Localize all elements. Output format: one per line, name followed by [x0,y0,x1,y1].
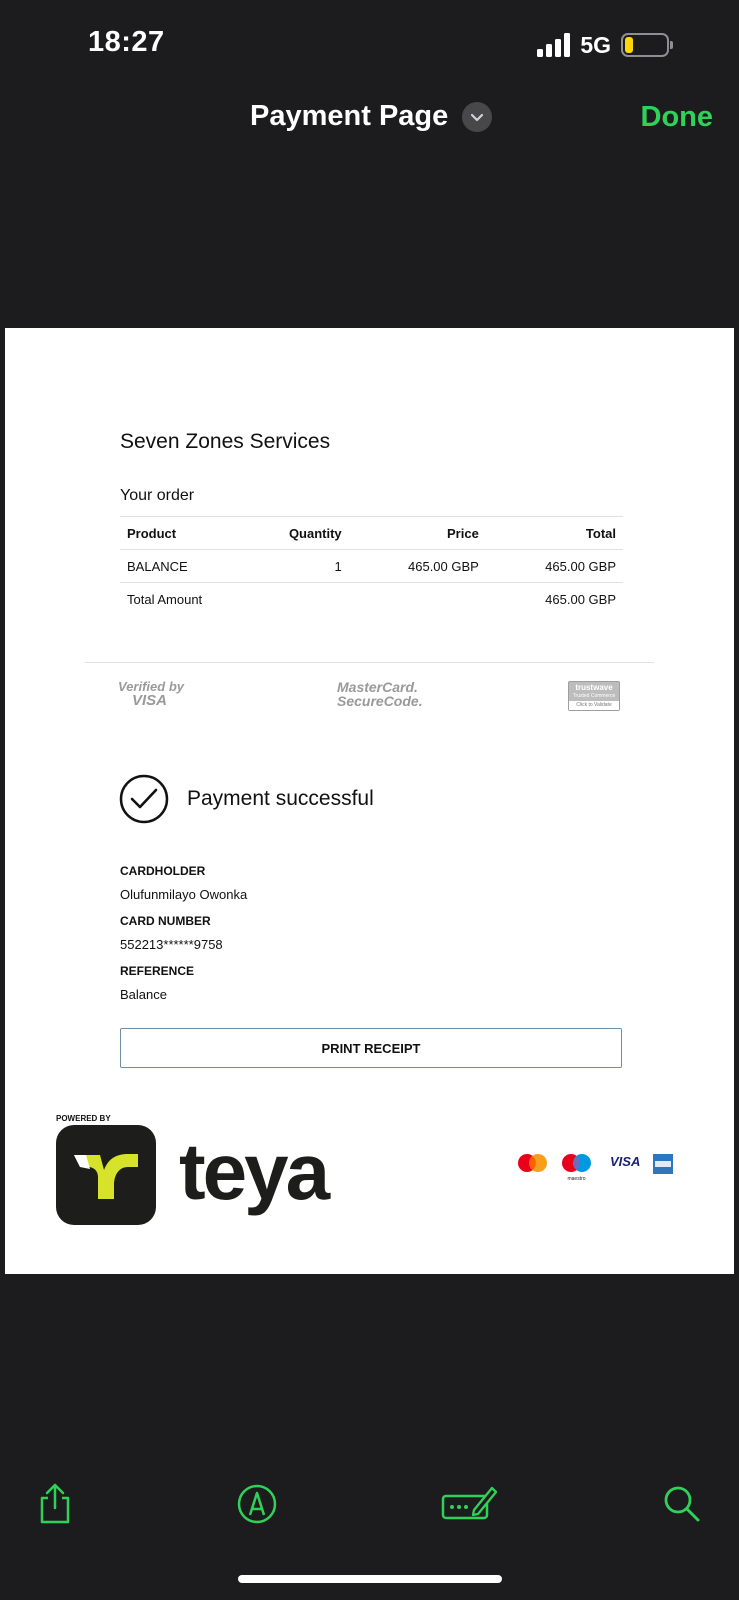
check-circle-icon [119,774,169,824]
divider [85,662,654,663]
battery-icon [621,33,673,57]
mastercard-securecode-logo: MasterCard. SecureCode. [337,680,423,708]
trustwave-click: Click to Validate [569,701,619,710]
order-heading: Your order [120,487,195,504]
search-icon[interactable] [660,1482,704,1526]
col-price: Price [348,516,486,550]
done-button[interactable]: Done [641,101,714,134]
col-total: Total [485,516,623,550]
visa-icon: VISA [610,1154,640,1169]
network-type: 5G [580,31,611,58]
cell-total: 465.00 GBP [485,549,623,583]
maestro-icon: maestro [562,1154,591,1182]
mastercard-text: MasterCard. [337,679,418,695]
share-icon[interactable] [33,1482,77,1526]
table-row: BALANCE 1 465.00 GBP 465.00 GBP [120,549,623,583]
accepted-cards-logos: maestro VISA [518,1154,673,1182]
signature-icon[interactable] [440,1482,498,1526]
vbv-visa-text: VISA [132,692,168,709]
page-title: Payment Page [250,100,449,132]
chevron-down-icon[interactable] [462,101,493,132]
cell-quantity: 1 [240,549,349,583]
reference-value: Balance [120,987,167,1002]
col-product: Product [120,516,241,550]
signal-icon [537,33,571,57]
reference-label: REFERENCE [120,964,195,978]
status-indicators: 5G [537,30,673,60]
securecode-text: SecureCode. [337,693,423,709]
nav-title-menu[interactable]: Payment Page [250,100,493,133]
trustwave-sub: Trusted Commerce [572,693,616,699]
merchant-name: Seven Zones Services [120,430,331,453]
card-number-label: CARD NUMBER [120,914,211,928]
verified-by-visa-logo: Verified by VISA [118,680,184,709]
col-quantity: Quantity [240,516,349,550]
cell-product: BALANCE [120,549,241,583]
powered-by-label: POWERED BY [56,1114,111,1123]
amex-icon [653,1154,673,1174]
cell-price: 465.00 GBP [348,549,486,583]
maestro-text: maestro [567,1176,585,1182]
payment-document: Seven Zones Services Your order Product … [5,328,734,1274]
order-table: Product Quantity Price Total BALANCE 1 4… [120,516,623,616]
cardholder-value: Olufunmilayo Owonka [120,887,248,902]
total-value: 465.00 GBP [485,582,623,616]
print-receipt-button[interactable]: PRINT RECEIPT [120,1028,622,1068]
total-row: Total Amount 465.00 GBP [120,582,623,616]
teya-wordmark: teya [179,1127,330,1216]
markup-icon[interactable] [235,1482,279,1526]
trustwave-text: trustwave [575,683,613,692]
status-time: 18:27 [88,26,165,58]
home-indicator[interactable] [238,1575,502,1583]
card-number-value: 552213******9758 [120,937,223,952]
payment-status: Payment successful [187,787,374,810]
table-header-row: Product Quantity Price Total [120,516,623,550]
total-label: Total Amount [120,582,486,616]
teya-logo-icon [56,1125,156,1225]
mastercard-icon [518,1154,547,1172]
trustwave-badge[interactable]: trustwave Trusted Commerce Click to Vali… [568,681,620,711]
cardholder-label: CARDHOLDER [120,864,206,878]
